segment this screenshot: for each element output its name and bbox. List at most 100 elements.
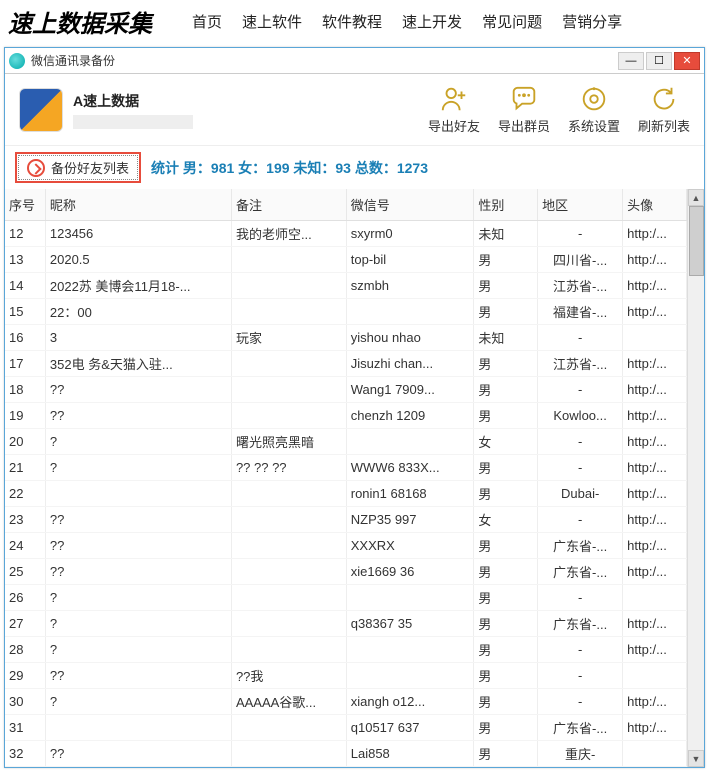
table-row[interactable]: 23??NZP35 997女-http:/...: [5, 507, 687, 533]
cell-idx: 29: [5, 663, 45, 689]
cell-idx: 28: [5, 637, 45, 663]
cell-nick: 123456: [45, 221, 231, 247]
refresh-label: 刷新列表: [638, 116, 690, 135]
cell-gender: 女: [474, 507, 538, 533]
cell-region: -: [538, 663, 623, 689]
col-gender[interactable]: 性别: [474, 189, 538, 221]
cell-nick: [45, 481, 231, 507]
table-header-row: 序号 昵称 备注 微信号 性别 地区 头像: [5, 189, 687, 221]
cell-region: 重庆-: [538, 741, 623, 767]
settings-label: 系统设置: [568, 116, 620, 135]
cell-gender: 男: [474, 611, 538, 637]
cell-gender: 男: [474, 585, 538, 611]
cell-avatar: http:/...: [623, 221, 687, 247]
cell-wxid: top-bil: [346, 247, 474, 273]
cell-idx: 32: [5, 741, 45, 767]
col-index[interactable]: 序号: [5, 189, 45, 221]
nav-faq[interactable]: 常见问题: [482, 11, 542, 32]
cell-idx: 25: [5, 559, 45, 585]
cell-gender: 男: [474, 689, 538, 715]
cell-wxid: ronin1 68168: [346, 481, 474, 507]
cell-idx: 21: [5, 455, 45, 481]
cell-wxid: q10517 637: [346, 715, 474, 741]
table-row[interactable]: 20?曙光照亮黑暗女-http:/...: [5, 429, 687, 455]
table-row[interactable]: 29????我男-: [5, 663, 687, 689]
scroll-thumb[interactable]: [689, 206, 704, 276]
cell-avatar: http:/...: [623, 273, 687, 299]
table-row[interactable]: 17352电 务&天猫入驻...Jisuzhi chan...男江苏省-...h…: [5, 351, 687, 377]
window-title: 微信通讯录备份: [31, 52, 618, 69]
minimize-button[interactable]: —: [618, 52, 644, 70]
table-row[interactable]: 28?男-http:/...: [5, 637, 687, 663]
col-remark[interactable]: 备注: [231, 189, 346, 221]
settings-button[interactable]: 系统设置: [568, 84, 620, 135]
table-row[interactable]: 12123456我的老师空...sxyrm0未知-http:/...: [5, 221, 687, 247]
scroll-down-button[interactable]: ▼: [688, 750, 704, 767]
nav-share[interactable]: 营销分享: [562, 11, 622, 32]
nav-software[interactable]: 速上软件: [242, 11, 302, 32]
cell-gender: 女: [474, 429, 538, 455]
cell-wxid: yishou nhao: [346, 325, 474, 351]
export-group-button[interactable]: 导出群员: [498, 84, 550, 135]
cell-nick: ??: [45, 533, 231, 559]
nav-home[interactable]: 首页: [192, 11, 222, 32]
nav-tutorial[interactable]: 软件教程: [322, 11, 382, 32]
table-row[interactable]: 32??Lai858男重庆-: [5, 741, 687, 767]
table-row[interactable]: 25??xie1669 36男广东省-...http:/...: [5, 559, 687, 585]
col-nickname[interactable]: 昵称: [45, 189, 231, 221]
cell-region: 福建省-...: [538, 299, 623, 325]
close-button[interactable]: ✕: [674, 52, 700, 70]
table-row[interactable]: 163玩家yishou nhao未知-: [5, 325, 687, 351]
table-row[interactable]: 22ronin1 68168男Dubai-http:/...: [5, 481, 687, 507]
table-row[interactable]: 132020.5top-bil男四川省-...http:/...: [5, 247, 687, 273]
cell-gender: 男: [474, 741, 538, 767]
maximize-button[interactable]: ☐: [646, 52, 672, 70]
table-row[interactable]: 30?AAAAA谷歌...xiangh o12...男-http:/...: [5, 689, 687, 715]
cell-gender: 男: [474, 637, 538, 663]
cell-remark: [231, 273, 346, 299]
cell-remark: AAAAA谷歌...: [231, 689, 346, 715]
col-avatar[interactable]: 头像: [623, 189, 687, 221]
nav-dev[interactable]: 速上开发: [402, 11, 462, 32]
titlebar: 微信通讯录备份 — ☐ ✕: [5, 48, 704, 74]
table-row[interactable]: 27?q38367 35男广东省-...http:/...: [5, 611, 687, 637]
table-row[interactable]: 18??Wang1 7909...男-http:/...: [5, 377, 687, 403]
cell-idx: 14: [5, 273, 45, 299]
table-row[interactable]: 24??XXXRX男广东省-...http:/...: [5, 533, 687, 559]
cell-remark: [231, 611, 346, 637]
cell-nick: 352电 务&天猫入驻...: [45, 351, 231, 377]
gear-icon: [579, 84, 609, 114]
cell-avatar: http:/...: [623, 247, 687, 273]
cell-nick: [45, 715, 231, 741]
table-row[interactable]: 1522：00男福建省-...http:/...: [5, 299, 687, 325]
table-row[interactable]: 26?男-: [5, 585, 687, 611]
cell-wxid: [346, 663, 474, 689]
table-row[interactable]: 31q10517 637男广东省-...http:/...: [5, 715, 687, 741]
vertical-scrollbar[interactable]: ▲ ▼: [687, 189, 704, 767]
table-row[interactable]: 19??chenzh 1209男Kowloo...http:/...: [5, 403, 687, 429]
table-row[interactable]: 21??? ?? ??WWW6 833X...男-http:/...: [5, 455, 687, 481]
refresh-button[interactable]: 刷新列表: [638, 84, 690, 135]
cell-avatar: http:/...: [623, 533, 687, 559]
cell-idx: 17: [5, 351, 45, 377]
cell-gender: 男: [474, 377, 538, 403]
backup-friends-button[interactable]: 备份好友列表: [15, 152, 141, 183]
scroll-up-button[interactable]: ▲: [688, 189, 704, 206]
app-sub: [73, 115, 193, 129]
site-title: 速上数据采集: [8, 4, 152, 39]
cell-nick: ?: [45, 429, 231, 455]
cell-avatar: http:/...: [623, 637, 687, 663]
cell-gender: 未知: [474, 325, 538, 351]
cell-region: 广东省-...: [538, 559, 623, 585]
cell-remark: [231, 585, 346, 611]
col-region[interactable]: 地区: [538, 189, 623, 221]
cell-region: -: [538, 325, 623, 351]
contacts-table: 序号 昵称 备注 微信号 性别 地区 头像 12123456我的老师空...sx…: [5, 189, 687, 767]
tool-actions: 导出好友 导出群员 系统设置 刷新列表: [428, 84, 690, 135]
cell-remark: [231, 559, 346, 585]
export-friends-button[interactable]: 导出好友: [428, 84, 480, 135]
table-row[interactable]: 142022苏 美博会11月18-...szmbh男江苏省-...http:/.…: [5, 273, 687, 299]
cell-region: -: [538, 455, 623, 481]
app-window: 微信通讯录备份 — ☐ ✕ A速上数据 导出好友 导出群员 系统设置: [4, 47, 705, 768]
col-wxid[interactable]: 微信号: [346, 189, 474, 221]
